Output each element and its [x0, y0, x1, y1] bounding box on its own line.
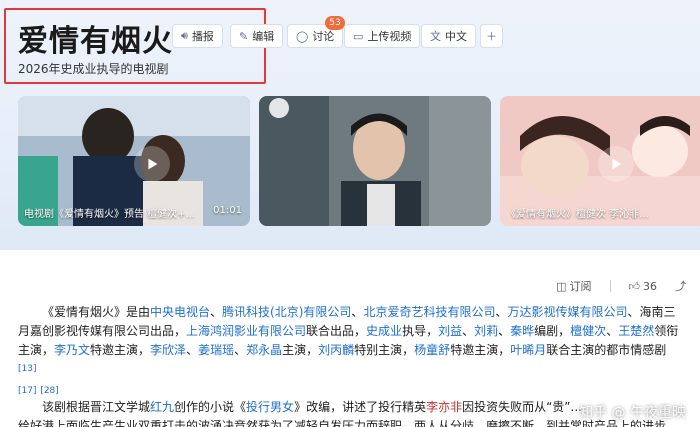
link[interactable]: 叶晞月 — [510, 343, 546, 357]
video-1-play-icon[interactable] — [134, 146, 170, 182]
upload-video-button[interactable]: ▭ 上传视频 — [344, 24, 421, 48]
video-camera-icon: ▭ — [353, 29, 364, 43]
language-button[interactable]: 文 中文 — [421, 24, 476, 48]
add-button[interactable]: ＋ — [480, 24, 503, 48]
like-count: 36 — [643, 279, 657, 293]
text: 《爱情有烟火》是由 — [42, 305, 151, 319]
video-2-status-icon — [269, 98, 289, 118]
tools-divider — [609, 280, 611, 292]
link[interactable]: 杨童舒 — [414, 343, 450, 357]
citation-link[interactable]: [28] — [40, 386, 58, 396]
link[interactable]: 北京爱奇艺科技有限公司 — [363, 305, 495, 319]
video-1-caption: 电视剧《爱情有烟火》预告 檀健次+... 01:01 — [24, 205, 242, 220]
citation-link[interactable]: [17] — [18, 386, 36, 396]
video-1-title: 电视剧《爱情有烟火》预告 檀健次+... — [24, 209, 196, 220]
text: 、 — [462, 324, 475, 338]
like-button[interactable]: 👍︎ 36 — [629, 280, 658, 293]
watermark: 知乎 @ 午夜重映 — [579, 405, 686, 421]
article-tools: ◫ 订阅 👍︎ 36 ⤴ — [556, 278, 686, 294]
link[interactable]: 史成业 — [366, 324, 402, 338]
text: 联合出品， — [306, 324, 367, 338]
translate-icon: 文 — [430, 30, 441, 43]
link[interactable]: 刘莉 — [474, 324, 498, 338]
edit-button[interactable]: ✎ 编辑 — [230, 24, 284, 48]
citation-link[interactable]: [13] — [18, 364, 36, 374]
link[interactable]: 李乃文 — [54, 343, 90, 357]
link[interactable]: 李欣泽 — [150, 343, 186, 357]
subscribe-label: 订阅 — [569, 280, 592, 293]
link[interactable]: 李亦非 — [426, 400, 462, 414]
thumbs-up-icon: 👍︎ — [628, 279, 641, 293]
upload-label: 上传视频 — [367, 30, 412, 43]
video-card-2[interactable] — [259, 96, 491, 226]
text: 、 — [351, 305, 364, 319]
subscribe-button[interactable]: ◫ 订阅 — [556, 278, 591, 294]
video-3-title: 《爱情有烟火》檀健次 李沁非... — [506, 209, 649, 220]
text: 因投资失败而从“贵”... — [462, 400, 582, 414]
subscribe-icon: ◫ — [556, 279, 567, 293]
link[interactable]: 上海鸿润影业有限公司 — [186, 324, 306, 338]
video-card-3[interactable]: 《爱情有烟火》檀健次 李沁非... — [500, 96, 700, 226]
text: 、 — [186, 343, 199, 357]
link[interactable]: 刘丙麟 — [318, 343, 354, 357]
chat-bubble-icon: ◯ — [296, 29, 309, 43]
text: 特邀主演， — [90, 343, 151, 357]
text: 、 — [234, 343, 247, 357]
text: 、 — [210, 305, 223, 319]
text: 、 — [498, 324, 511, 338]
pencil-icon: ✎ — [239, 29, 249, 43]
text: 该剧根据晋江文学城 — [42, 400, 151, 414]
link[interactable]: 檀健次 — [570, 324, 606, 338]
page-title: 爱情有烟火 — [18, 24, 173, 59]
text: 执导， — [402, 324, 439, 338]
link[interactable]: 姜瑞瑶 — [198, 343, 234, 357]
link[interactable]: 万达影视传媒有限公司 — [507, 305, 627, 319]
language-label: 中文 — [445, 30, 467, 43]
video-1-duration: 01:01 — [213, 205, 242, 216]
text: 主演， — [282, 343, 319, 357]
text: 编剧， — [534, 324, 571, 338]
text: 特别主演， — [354, 343, 415, 357]
text: 创作的小说《 — [174, 400, 247, 414]
link[interactable]: 郑永晶 — [246, 343, 282, 357]
link[interactable]: 投行男女 — [246, 400, 294, 414]
text: 联合主演的都市情感剧 — [546, 343, 667, 357]
text: 、 — [606, 324, 619, 338]
discuss-label: 讨论 — [312, 30, 335, 43]
edit-label: 编辑 — [252, 30, 275, 43]
text: 、 — [495, 305, 508, 319]
video-3-play-icon[interactable] — [598, 146, 634, 182]
link[interactable]: 刘益 — [438, 324, 462, 338]
speaker-icon: 🔊︎ — [181, 29, 188, 42]
video-2-thumbnail — [259, 96, 491, 226]
link[interactable]: 秦晔 — [510, 324, 534, 338]
text: 》改编，讲述了投行精英 — [294, 400, 427, 414]
link[interactable]: 王楚然 — [618, 324, 654, 338]
discuss-count-badge: 53 — [325, 16, 345, 30]
video-card-1[interactable]: 电视剧《爱情有烟火》预告 檀健次+... 01:01 — [18, 96, 250, 226]
link[interactable]: 腾讯科技(北京)有限公司 — [222, 305, 351, 319]
play-button[interactable]: 🔊︎ 播报 — [172, 24, 223, 48]
text: 给好港上面临生产生业双重打击的波涌决竞然获为了减轻自发压力而辞职，两人从分歧、磨… — [18, 419, 667, 427]
link[interactable]: 中央电视台 — [150, 305, 210, 319]
link[interactable]: 红九 — [150, 400, 174, 414]
page-subtitle: 2026年史成业执导的电视剧 — [18, 62, 169, 76]
share-icon[interactable]: ⤴ — [675, 278, 686, 294]
video-3-caption: 《爱情有烟火》檀健次 李沁非... — [506, 205, 692, 220]
text: 特邀主演， — [450, 343, 511, 357]
plus-icon: ＋ — [486, 30, 497, 43]
article-paragraph-1: 《爱情有烟火》是由中央电视台、腾讯科技(北京)有限公司、北京爱奇艺科技有限公司、… — [18, 303, 682, 404]
play-label: 播报 — [191, 30, 214, 43]
